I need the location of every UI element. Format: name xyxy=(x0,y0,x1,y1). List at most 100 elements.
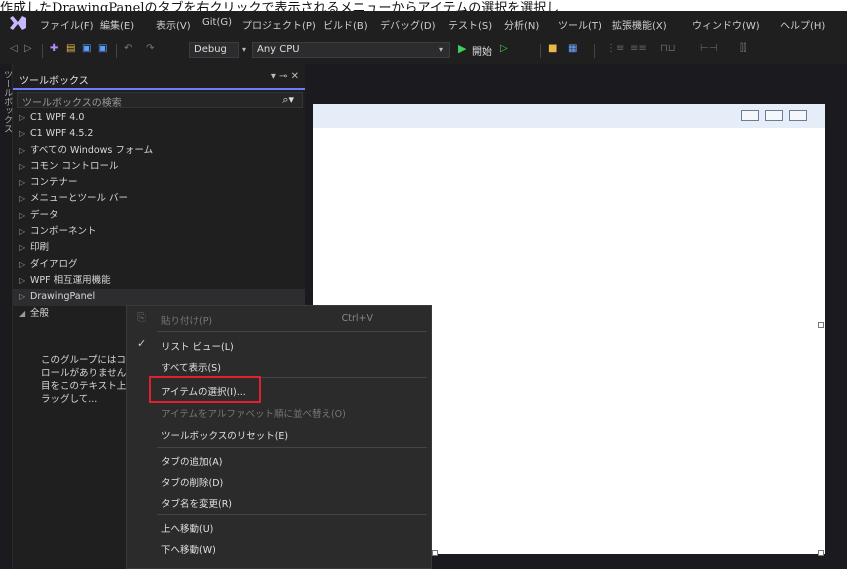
toolbox-tab-printing[interactable]: ▷ 印刷 xyxy=(13,240,305,256)
expand-arrow-icon: ▷ xyxy=(19,292,26,302)
visual-studio-logo-icon xyxy=(10,16,26,30)
solution-config-dropdown[interactable]: Debug xyxy=(189,42,239,58)
start-icon[interactable]: ▶ xyxy=(458,42,466,56)
menu-debug[interactable]: デバッグ(D) xyxy=(380,17,436,32)
platform-dropdown[interactable]: Any CPU ▾ xyxy=(252,42,450,58)
toolbox-title: ツールボックス xyxy=(19,76,89,87)
tab-label: DrawingPanel xyxy=(30,291,96,303)
menu-item-move-down[interactable]: 下へ移動(W) xyxy=(127,539,433,557)
toolbox-tab-common-controls[interactable]: ▷ コモン コントロール xyxy=(13,159,305,175)
tab-label: ダイアログ xyxy=(30,258,78,270)
platform-value: Any CPU xyxy=(257,44,300,55)
config-chevron-down-icon[interactable]: ▾ xyxy=(242,45,246,59)
menu-build[interactable]: ビルド(B) xyxy=(323,17,368,32)
format-icon[interactable]: ≡≡ xyxy=(630,43,647,57)
menu-git[interactable]: Git(G) xyxy=(202,17,232,28)
expand-arrow-icon: ▷ xyxy=(19,145,26,155)
toolbox-tab-all-windows-forms[interactable]: ▷ すべての Windows フォーム xyxy=(13,143,305,159)
hot-reload-icon[interactable]: ▦ xyxy=(568,43,577,57)
menu-item-rename-tab[interactable]: タブ名を変更(R) xyxy=(127,493,433,511)
expand-arrow-icon: ▷ xyxy=(19,113,26,122)
menu-item-list-view[interactable]: ✓ リスト ビュー(L) xyxy=(127,336,433,354)
expand-arrow-icon: ▷ xyxy=(19,194,26,204)
forward-icon[interactable]: ▷ xyxy=(24,43,32,57)
browser-link-icon[interactable]: ■ xyxy=(548,43,557,57)
menu-item-label: 下へ移動(W) xyxy=(161,545,216,556)
menu-item-label: 上へ移動(U) xyxy=(161,524,214,535)
tab-label: C1 WPF 4.5.2 xyxy=(30,128,94,140)
expand-arrow-icon: ▷ xyxy=(19,178,26,188)
menu-item-sort-alphabetically[interactable]: アイテムをアルファベット順に並べ替え(O) xyxy=(127,403,433,421)
expand-arrow-icon: ▷ xyxy=(19,129,26,139)
toolbox-tab-containers[interactable]: ▷ コンテナー xyxy=(13,175,305,191)
toolbox-tab-wpf-interop[interactable]: ▷ WPF 相互運用機能 xyxy=(13,273,305,289)
paste-icon: ⎘ xyxy=(137,311,146,324)
layout-icon[interactable]: ⊓⊔ xyxy=(660,43,676,57)
toolbox-window-controls-icon[interactable]: ▾ ⊸ ✕ xyxy=(271,71,299,82)
platform-chevron-down-icon: ▾ xyxy=(438,45,443,54)
order-icon[interactable]: ⫿⫿ xyxy=(740,43,746,57)
resize-handle-right[interactable] xyxy=(818,322,824,328)
close-icon[interactable] xyxy=(789,110,807,121)
solution-config-value: Debug xyxy=(194,44,227,55)
back-icon[interactable]: ◁ xyxy=(10,43,18,57)
toolbox-side-tab[interactable]: ツールボックス xyxy=(0,64,13,569)
menu-item-reset-toolbox[interactable]: ツールボックスのリセット(E) xyxy=(127,425,433,443)
menu-item-show-all[interactable]: すべて表示(S) xyxy=(127,357,433,375)
start-without-debug-icon[interactable]: ▷ xyxy=(500,43,508,57)
tab-label: 印刷 xyxy=(30,242,50,254)
menu-window[interactable]: ウィンドウ(W) xyxy=(692,17,760,32)
align-icon[interactable]: ⋮≡ xyxy=(606,43,624,57)
resize-handle-corner[interactable] xyxy=(818,550,824,556)
expand-arrow-icon: ▷ xyxy=(19,227,26,237)
save-icon[interactable]: ▣ xyxy=(82,43,91,57)
menu-item-move-up[interactable]: 上へ移動(U) xyxy=(127,518,433,536)
toolbox-search-placeholder: ツールボックスの検索 xyxy=(22,98,122,109)
expand-arrow-icon: ▷ xyxy=(19,161,26,171)
toolbox-tab-c1-wpf-40[interactable]: ▷ C1 WPF 4.0 xyxy=(13,110,305,126)
toolbox-tab-data[interactable]: ▷ データ xyxy=(13,208,305,224)
spacing-icon[interactable]: ⊢⊣ xyxy=(700,43,717,57)
caption-text: 作成したDrawingPanelのタブを右クリックで表示されるメニューからアイテ… xyxy=(0,1,560,11)
menu-item-label: リスト ビュー(L) xyxy=(161,342,234,353)
menu-item-add-tab[interactable]: タブの追加(A) xyxy=(127,451,433,469)
maximize-icon[interactable] xyxy=(765,110,783,121)
menu-item-label: ツールボックスのリセット(E) xyxy=(161,431,289,442)
menu-item-paste[interactable]: ⎘ 貼り付け(P) Ctrl+V xyxy=(127,310,433,328)
toolbox-tab-menus-toolbars[interactable]: ▷ メニューとツール バー xyxy=(13,191,305,207)
tab-label: C1 WPF 4.0 xyxy=(30,112,85,123)
menu-help[interactable]: ヘルプ(H) xyxy=(780,17,825,32)
open-file-icon[interactable]: ▤ xyxy=(66,43,75,57)
expand-arrow-icon: ▷ xyxy=(19,210,26,220)
new-project-icon[interactable]: ✚ xyxy=(50,43,58,57)
undo-icon[interactable]: ↶ xyxy=(124,43,132,57)
menu-item-delete-tab[interactable]: タブの削除(D) xyxy=(127,472,433,490)
menu-item-label: タブの削除(D) xyxy=(161,478,224,489)
toolbox-tab-drawingpanel[interactable]: ▷ DrawingPanel xyxy=(13,289,305,306)
minimize-icon[interactable] xyxy=(741,110,759,121)
save-all-icon[interactable]: ▣ xyxy=(98,43,107,57)
menu-view[interactable]: 表示(V) xyxy=(156,17,191,32)
form-title-bar xyxy=(313,104,825,128)
menu-file[interactable]: ファイル(F) xyxy=(40,17,94,32)
tab-label: WPF 相互運用機能 xyxy=(30,274,111,286)
menu-project[interactable]: プロジェクト(P) xyxy=(242,17,316,32)
menu-analyze[interactable]: 分析(N) xyxy=(504,17,539,32)
toolbox-search-input[interactable]: ツールボックスの検索 ⌕▾ xyxy=(17,92,303,109)
choose-items-highlight-box xyxy=(149,376,261,403)
toolbox-tab-components[interactable]: ▷ コンポーネント xyxy=(13,224,305,240)
toolbox-tab-list: ▷ C1 WPF 4.0 ▷ C1 WPF 4.5.2 ▷ すべての Windows … xyxy=(13,110,305,322)
redo-icon[interactable]: ↷ xyxy=(146,43,154,57)
menu-test[interactable]: テスト(S) xyxy=(448,17,492,32)
menu-edit[interactable]: 編集(E) xyxy=(100,17,134,32)
menu-item-shortcut: Ctrl+V xyxy=(341,313,373,324)
start-button[interactable]: 開始 xyxy=(472,43,492,58)
toolbox-tab-dialogs[interactable]: ▷ ダイアログ xyxy=(13,257,305,273)
toolbox-header: ツールボックス ▾ ⊸ ✕ xyxy=(13,70,305,90)
menu-tools[interactable]: ツール(T) xyxy=(558,17,602,32)
expand-arrow-icon: ▷ xyxy=(19,275,26,285)
expand-arrow-icon: ▷ xyxy=(19,243,26,253)
search-icon[interactable]: ⌕▾ xyxy=(282,93,294,107)
toolbox-tab-c1-wpf-452[interactable]: ▷ C1 WPF 4.5.2 xyxy=(13,126,305,142)
menu-extensions[interactable]: 拡張機能(X) xyxy=(612,17,667,32)
